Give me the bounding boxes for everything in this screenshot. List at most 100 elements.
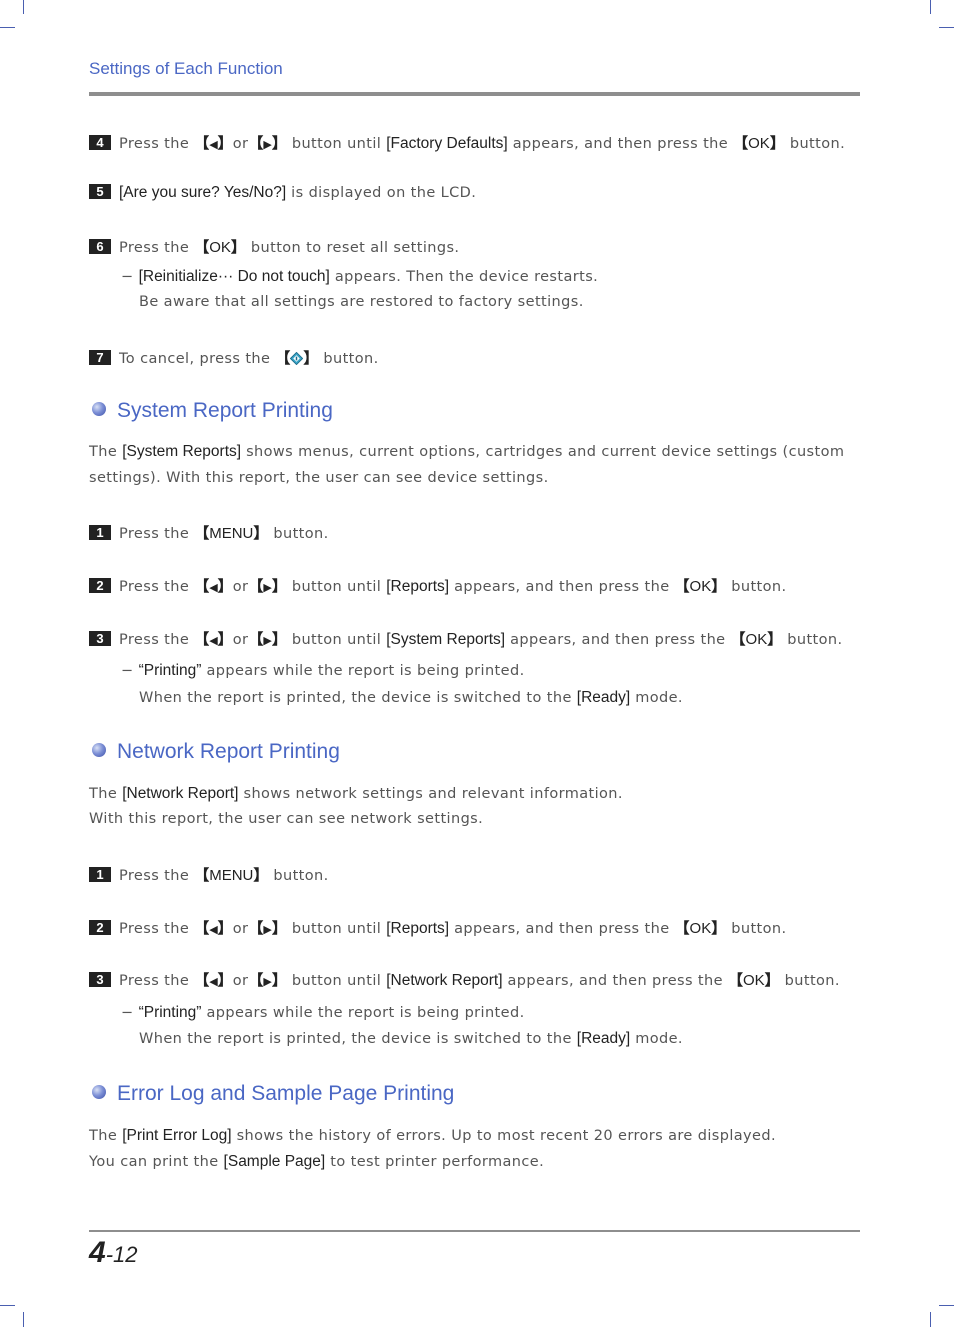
or-text: or [232,579,249,595]
step-3-note: − “Printing” appears while the report is… [121,662,525,680]
dash: − [121,1005,139,1021]
step-5: 5 [Are you sure? Yes/No?] is displayed on… [89,184,476,202]
note-text: When the report is printed, the device i… [139,1031,577,1047]
section-heading-network-report: Network Report Printing [92,740,340,764]
step-number-badge: 3 [89,631,111,646]
desc-text: shows the history of errors. Up to most … [231,1128,776,1144]
step-text: appears, and then press the [505,632,731,648]
ok-label: OK [689,920,712,937]
lcd-message: [Reinitialize··· Do not touch] [138,268,330,285]
desc-text: You can print the [89,1154,224,1170]
footer-rule [89,1230,860,1232]
step-number-badge: 1 [89,867,111,882]
step-number-badge: 2 [89,578,111,593]
left-arrow-icon: ◀ [209,582,218,594]
mode-name: [Ready] [576,689,631,706]
section-description-line2: With this report, the user can see netwo… [89,811,484,827]
section-description: The [Network Report] shows network setti… [89,785,623,803]
step-7: 7 To cancel, press the 【】 button. [89,347,379,368]
left-arrow-icon: ◀ [209,924,218,936]
stop-clear-icon [290,352,304,365]
step-text: button. [268,868,329,884]
left-button-key: 【◀】 [194,972,233,989]
step-text: is displayed on the LCD. [286,185,477,201]
step-3: 3 Press the 【◀】or【▶】 button until [System… [89,628,842,649]
step-text: Press the [119,240,195,256]
note-text: appears. Then the device restarts. [329,269,599,285]
stop-button-key: 【】 [275,350,319,367]
desc-text: The [89,786,123,802]
bullet-icon [92,743,106,757]
dash: − [121,663,139,679]
desc-text: to test printer performance. [325,1154,545,1170]
step-text: button. [726,921,787,937]
step-1: 1 Press the 【MENU】 button. [89,522,329,543]
crop-mark [23,1312,24,1327]
crop-mark [23,0,24,14]
step-number-badge: 2 [89,920,111,935]
right-button-key: 【▶】 [248,972,287,989]
right-arrow-icon: ▶ [263,139,272,151]
step-3-note: − “Printing” appears while the report is… [121,1004,525,1022]
step-6-note: − [Reinitialize··· Do not touch] appears… [121,268,598,286]
ok-label: OK [689,578,712,595]
desc-text: The [89,444,123,460]
step-text: button until [286,136,387,152]
step-text: appears, and then press the [507,136,734,152]
section-description-line2: settings). With this report, the user ca… [89,470,549,486]
step-text: button. [784,136,846,152]
crop-mark [930,1312,931,1327]
dash: − [121,269,139,285]
step-number-badge: 5 [89,184,111,199]
crop-mark [0,1305,15,1306]
note-text: mode. [630,1031,683,1047]
step-text: To cancel, press the [119,351,276,367]
section-heading-system-report: System Report Printing [92,399,333,423]
step-text: appears, and then press the [449,921,675,937]
lcd-message: “Printing” [138,662,202,679]
ok-button-key: 【OK】 [733,135,785,152]
left-button-key: 【◀】 [194,135,233,152]
note-text: appears while the report is being printe… [201,663,525,679]
desc-text: The [89,1128,123,1144]
running-head: Settings of Each Function [89,59,283,78]
ok-button-key: 【OK】 [730,631,783,648]
left-button-key: 【◀】 [194,920,233,937]
step-text: button until [286,921,387,937]
step-text: button. [318,351,379,367]
right-arrow-icon: ▶ [263,635,272,647]
page-number: 4-12 [89,1236,137,1270]
step-text: button until [286,632,387,648]
step-4: 4 Press the 【◀】or【▶】 button until [Factor… [89,132,845,153]
heading-text: System Report Printing [117,399,333,422]
ok-button-key: 【OK】 [727,972,780,989]
desc-text: shows network settings and relevant info… [238,786,623,802]
step-number-badge: 6 [89,239,111,254]
menu-item-name: [Network Report] [386,972,503,989]
step-text: Press the [119,579,195,595]
step-number-badge: 7 [89,350,111,365]
ok-label: OK [745,631,768,648]
ok-label: OK [748,135,770,152]
crop-mark [939,1305,954,1306]
menu-item-name: [Network Report] [122,785,239,802]
left-button-key: 【◀】 [194,578,233,595]
left-arrow-icon: ◀ [209,635,218,647]
step-text: Press the [119,526,195,542]
left-arrow-icon: ◀ [209,976,218,988]
section-description: The [System Reports] shows menus, curren… [89,443,844,461]
menu-item-name: [Print Error Log] [122,1127,232,1144]
mode-name: [Ready] [576,1030,631,1047]
step-number-badge: 1 [89,525,111,540]
ok-button-key: 【OK】 [674,920,727,937]
step-number-badge: 4 [89,135,111,150]
ok-button-key: 【OK】 [194,239,246,256]
step-text: Press the [119,973,195,989]
ok-label: OK [742,972,765,989]
step-text: Press the [119,632,195,648]
left-button-key: 【◀】 [194,631,233,648]
ok-label: OK [209,239,231,256]
step-text: Press the [119,136,195,152]
step-3: 3 Press the 【◀】or【▶】 button until [Networ… [89,969,840,990]
lcd-message: [Are you sure? Yes/No?] [119,184,287,201]
